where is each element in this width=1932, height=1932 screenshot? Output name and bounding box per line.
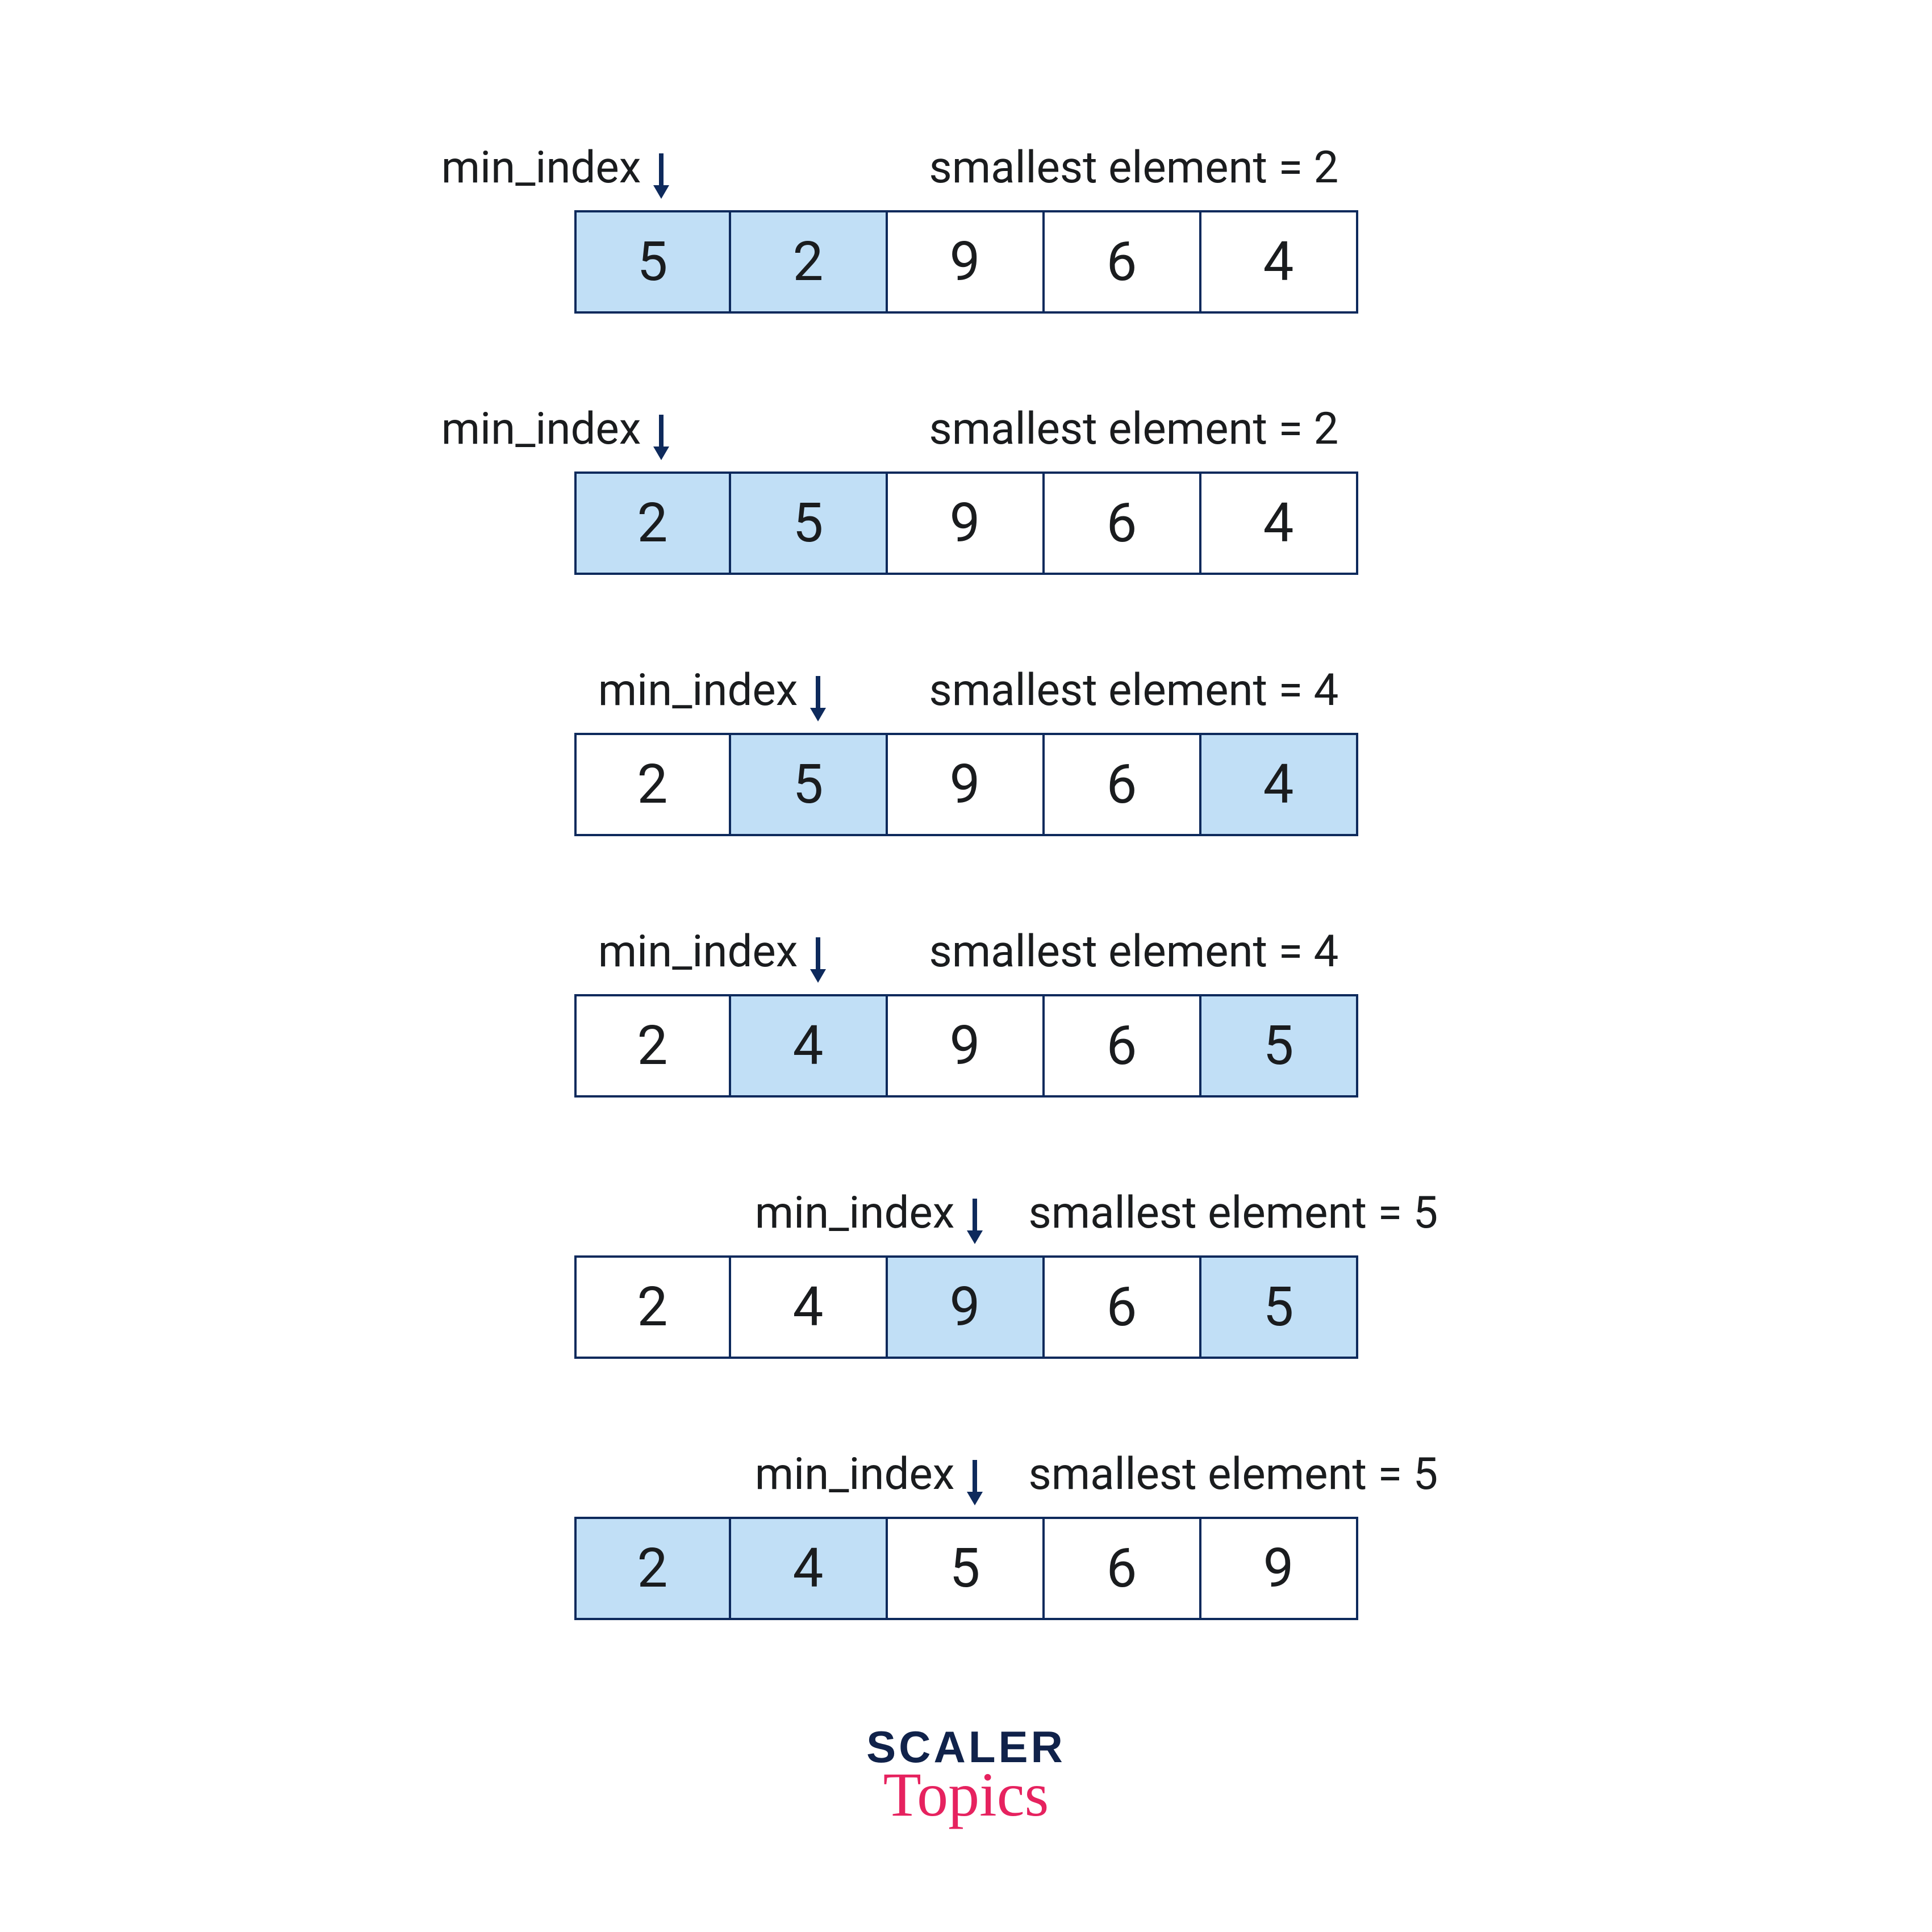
min-index-label: min_index bbox=[755, 1449, 955, 1500]
array-cell: 6 bbox=[1045, 733, 1201, 836]
array-cell: 9 bbox=[888, 994, 1045, 1098]
array-cell: 2 bbox=[574, 994, 731, 1098]
arrow-down-icon bbox=[958, 1460, 992, 1505]
smallest-element-label: smallest element = 4 bbox=[929, 926, 1339, 978]
array-cell: 2 bbox=[574, 1517, 731, 1620]
step-1: min_indexsmallest element = 225964 bbox=[455, 409, 1478, 670]
array-cell: 2 bbox=[574, 471, 731, 575]
step-0: min_indexsmallest element = 252964 bbox=[455, 148, 1478, 409]
min-index-label: min_index bbox=[441, 142, 641, 194]
array-cell: 6 bbox=[1045, 994, 1201, 1098]
array-cell: 5 bbox=[574, 210, 731, 314]
array-cell: 9 bbox=[1201, 1517, 1358, 1620]
brand-logo: SCALER Topics bbox=[866, 1721, 1066, 1831]
array-cell: 6 bbox=[1045, 471, 1201, 575]
array-row: 25964 bbox=[574, 471, 1358, 575]
array-row: 24965 bbox=[574, 994, 1358, 1098]
min-index-label: min_index bbox=[598, 926, 798, 978]
array-cell: 2 bbox=[731, 210, 888, 314]
array-row: 52964 bbox=[574, 210, 1358, 314]
step-2: min_indexsmallest element = 425964 bbox=[455, 670, 1478, 932]
smallest-element-label: smallest element = 5 bbox=[1029, 1449, 1438, 1500]
array-cell: 4 bbox=[1201, 733, 1358, 836]
array-cell: 4 bbox=[731, 1517, 888, 1620]
array-cell: 4 bbox=[731, 1255, 888, 1359]
smallest-element-label: smallest element = 4 bbox=[929, 665, 1339, 716]
array-row: 25964 bbox=[574, 733, 1358, 836]
array-cell: 5 bbox=[731, 733, 888, 836]
array-cell: 9 bbox=[888, 1255, 1045, 1359]
logo-line2: Topics bbox=[866, 1759, 1066, 1831]
array-cell: 6 bbox=[1045, 1517, 1201, 1620]
array-cell: 4 bbox=[1201, 210, 1358, 314]
array-cell: 9 bbox=[888, 471, 1045, 575]
min-index-label: min_index bbox=[598, 665, 798, 716]
arrow-down-icon bbox=[644, 153, 678, 199]
array-cell: 4 bbox=[731, 994, 888, 1098]
smallest-element-label: smallest element = 5 bbox=[1029, 1187, 1438, 1239]
array-row: 24569 bbox=[574, 1517, 1358, 1620]
diagram-container: min_indexsmallest element = 252964min_in… bbox=[455, 148, 1478, 1716]
smallest-element-label: smallest element = 2 bbox=[929, 403, 1339, 455]
arrow-down-icon bbox=[801, 676, 835, 721]
min-index-label: min_index bbox=[441, 403, 641, 455]
array-cell: 5 bbox=[1201, 1255, 1358, 1359]
array-cell: 5 bbox=[888, 1517, 1045, 1620]
array-cell: 2 bbox=[574, 733, 731, 836]
arrow-down-icon bbox=[801, 937, 835, 983]
array-cell: 2 bbox=[574, 1255, 731, 1359]
step-5: min_indexsmallest element = 524569 bbox=[455, 1454, 1478, 1716]
smallest-element-label: smallest element = 2 bbox=[929, 142, 1339, 194]
array-cell: 6 bbox=[1045, 1255, 1201, 1359]
array-row: 24965 bbox=[574, 1255, 1358, 1359]
array-cell: 5 bbox=[1201, 994, 1358, 1098]
step-3: min_indexsmallest element = 424965 bbox=[455, 932, 1478, 1193]
array-cell: 6 bbox=[1045, 210, 1201, 314]
array-cell: 4 bbox=[1201, 471, 1358, 575]
arrow-down-icon bbox=[958, 1199, 992, 1244]
step-4: min_indexsmallest element = 524965 bbox=[455, 1193, 1478, 1454]
array-cell: 9 bbox=[888, 210, 1045, 314]
array-cell: 5 bbox=[731, 471, 888, 575]
min-index-label: min_index bbox=[755, 1187, 955, 1239]
array-cell: 9 bbox=[888, 733, 1045, 836]
arrow-down-icon bbox=[644, 415, 678, 460]
